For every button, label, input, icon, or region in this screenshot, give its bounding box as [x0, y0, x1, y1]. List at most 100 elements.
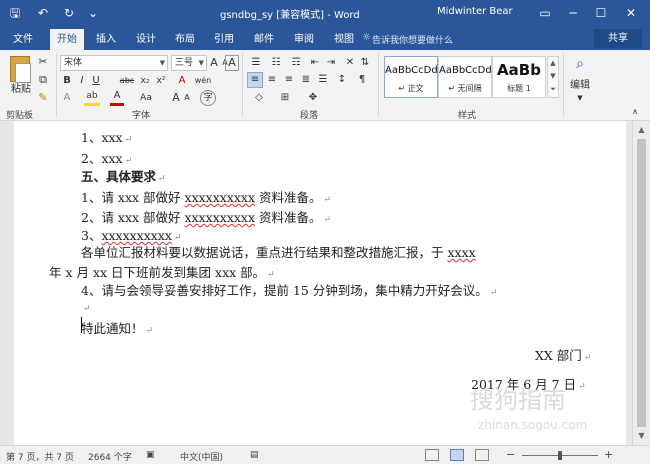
collapse-ribbon-icon[interactable]: ∧	[628, 104, 642, 120]
search-icon[interactable]: ⌕	[570, 56, 590, 72]
grow-font-2-icon[interactable]: A	[170, 90, 182, 106]
underline-button[interactable]: U	[90, 73, 102, 89]
numbering-icon[interactable]: ☷	[268, 55, 284, 71]
strikethrough-button[interactable]: abc	[118, 73, 136, 89]
macro-icon[interactable]: ▤	[250, 450, 259, 460]
tab-view[interactable]: 视图	[328, 29, 360, 50]
italic-button[interactable]: I	[76, 73, 88, 89]
highlight-icon[interactable]: ab	[84, 90, 100, 106]
divider	[56, 53, 57, 117]
doc-line: 2、请 xxx 部做好 xxxxxxxxxx 资料准备。 ↵	[81, 207, 331, 226]
ribbon-options-icon[interactable]: ▭	[534, 3, 556, 23]
increase-indent-icon[interactable]: ⇥	[324, 55, 338, 71]
sort-icon[interactable]: ⇅	[358, 55, 372, 71]
text-effects-icon[interactable]: A	[60, 90, 74, 106]
font-size-select[interactable]: 三号 ▼	[171, 55, 207, 71]
spelling-error-text[interactable]: xxxxxxxxxx	[185, 190, 256, 205]
paragraph-mark: ↵	[83, 304, 91, 314]
ribbon-home: 粘贴 ✂ ⧉ ✎ 剪贴板 宋体 ▼ 三号 ▼ A A A B I U abc x₂ …	[0, 50, 650, 121]
paste-button[interactable]: 粘贴	[6, 82, 36, 98]
align-center-icon[interactable]: ≡	[264, 72, 280, 88]
subscript-button[interactable]: x₂	[138, 73, 152, 89]
maximize-button[interactable]: ☐	[590, 3, 612, 23]
tab-review[interactable]: 审阅	[288, 29, 320, 50]
enclose-chars-icon[interactable]: 字	[200, 90, 216, 106]
show-marks-icon[interactable]: ¶	[354, 72, 370, 88]
word-count[interactable]: 2664 个字	[88, 450, 132, 463]
tab-home[interactable]: 开始	[50, 29, 84, 50]
undo-icon[interactable]: ↶	[34, 4, 52, 22]
font-color-icon[interactable]: A	[110, 90, 124, 106]
tab-file[interactable]: 文件	[6, 29, 40, 50]
line-spacing-icon[interactable]: ↕	[334, 72, 350, 88]
distributed-icon[interactable]: ☰	[315, 72, 331, 88]
save-icon[interactable]: 🖫	[6, 4, 24, 22]
bold-button[interactable]: B	[60, 73, 74, 89]
format-painter-icon[interactable]: ✎	[36, 90, 50, 106]
shrink-font-2-icon[interactable]: A	[182, 90, 192, 106]
change-case-icon[interactable]: Aa	[138, 90, 154, 106]
copy-icon[interactable]: ⧉	[36, 72, 50, 88]
proofing-icon[interactable]: ▣	[146, 450, 155, 460]
decrease-indent-icon[interactable]: ⇤	[308, 55, 322, 71]
asian-layout-icon[interactable]: ✥	[304, 90, 322, 106]
redo-icon[interactable]: ↻	[60, 4, 78, 22]
tab-mailings[interactable]: 邮件	[248, 29, 280, 50]
superscript-button[interactable]: x²	[154, 73, 168, 89]
line-text: 资料准备。	[255, 210, 322, 225]
share-button[interactable]: 共享	[594, 29, 642, 48]
tab-layout[interactable]: 布局	[169, 29, 201, 50]
paragraph-mark: ↵	[323, 195, 332, 205]
borders-icon[interactable]: ⊞	[276, 90, 294, 106]
zoom-slider-thumb[interactable]	[558, 451, 562, 460]
char-border-icon[interactable]: A	[225, 55, 239, 71]
align-left-icon: ≡	[250, 74, 260, 85]
ribbon-tabs: 文件 开始 插入 设计 布局 引用 邮件 审阅 视图 ☼ 告诉我你想要做什么 共…	[0, 26, 650, 50]
spelling-error-text[interactable]: xxxx	[447, 245, 475, 260]
cut-icon[interactable]: ✂	[36, 54, 50, 70]
spelling-error-text[interactable]: xxxxxxxxxx	[101, 228, 172, 243]
scroll-down-icon[interactable]: ▼	[633, 429, 650, 443]
scroll-thumb[interactable]	[637, 139, 646, 427]
paste-icon[interactable]	[10, 56, 31, 83]
page-count[interactable]: 第 7 页，共 7 页	[6, 450, 74, 463]
line-text: 2、xxx	[81, 151, 123, 166]
style-no-spacing[interactable]: AaBbCcDd ↵ 无间隔	[438, 56, 492, 98]
multilevel-list-icon[interactable]: ☶	[288, 55, 304, 71]
language-status[interactable]: 中文(中国)	[180, 450, 223, 463]
spelling-error-text[interactable]: xxxxxxxxxx	[185, 210, 256, 225]
paragraph-mark: ↵	[489, 288, 498, 298]
font-name-select[interactable]: 宋体 ▼	[60, 55, 168, 71]
read-mode-icon[interactable]	[425, 449, 439, 461]
zoom-in-icon[interactable]: +	[604, 448, 613, 461]
bullets-icon[interactable]: ☰	[248, 55, 264, 71]
print-layout-icon[interactable]	[450, 449, 464, 461]
divider	[563, 53, 564, 117]
scroll-up-icon[interactable]: ▲	[633, 123, 650, 137]
customize-toolbar-icon[interactable]: ⌄	[84, 4, 102, 22]
paragraph-mark: ↵	[583, 353, 592, 363]
align-right-icon[interactable]: ≡	[281, 72, 297, 88]
clear-formatting-icon[interactable]: A	[176, 73, 188, 89]
phonetic-guide-icon[interactable]: wén	[192, 73, 214, 89]
close-button[interactable]: ✕	[620, 3, 642, 23]
doc-line: 特此通知！ ↵	[81, 318, 153, 337]
web-layout-icon[interactable]	[475, 449, 489, 461]
style-heading-1[interactable]: AaBb 标题 1	[492, 56, 546, 98]
user-name[interactable]: Midwinter Bear	[437, 6, 513, 17]
vertical-scrollbar[interactable]: ▲ ▼	[632, 121, 650, 445]
minimize-button[interactable]: ─	[562, 3, 584, 23]
tell-me-box[interactable]: 告诉我你想要做什么	[372, 33, 453, 46]
styles-scroll[interactable]: ▲ ▼ ⏷	[547, 56, 559, 98]
shading-icon[interactable]: ◇	[250, 90, 268, 106]
justify-icon[interactable]: ≣	[298, 72, 314, 88]
tab-insert[interactable]: 插入	[90, 29, 122, 50]
style-name: ↵ 无间隔	[448, 84, 482, 93]
zoom-out-icon[interactable]: −	[506, 448, 515, 461]
grow-font-icon[interactable]: A	[208, 55, 220, 71]
tab-design[interactable]: 设计	[130, 29, 162, 50]
style-normal[interactable]: AaBbCcDd ↵ 正文	[384, 56, 438, 98]
tab-references[interactable]: 引用	[208, 29, 240, 50]
chinese-layout-icon[interactable]: ✕	[342, 55, 358, 71]
line-text: 各单位汇报材料要以数据说话，重点进行结果和整改措施汇报，于	[81, 245, 448, 260]
